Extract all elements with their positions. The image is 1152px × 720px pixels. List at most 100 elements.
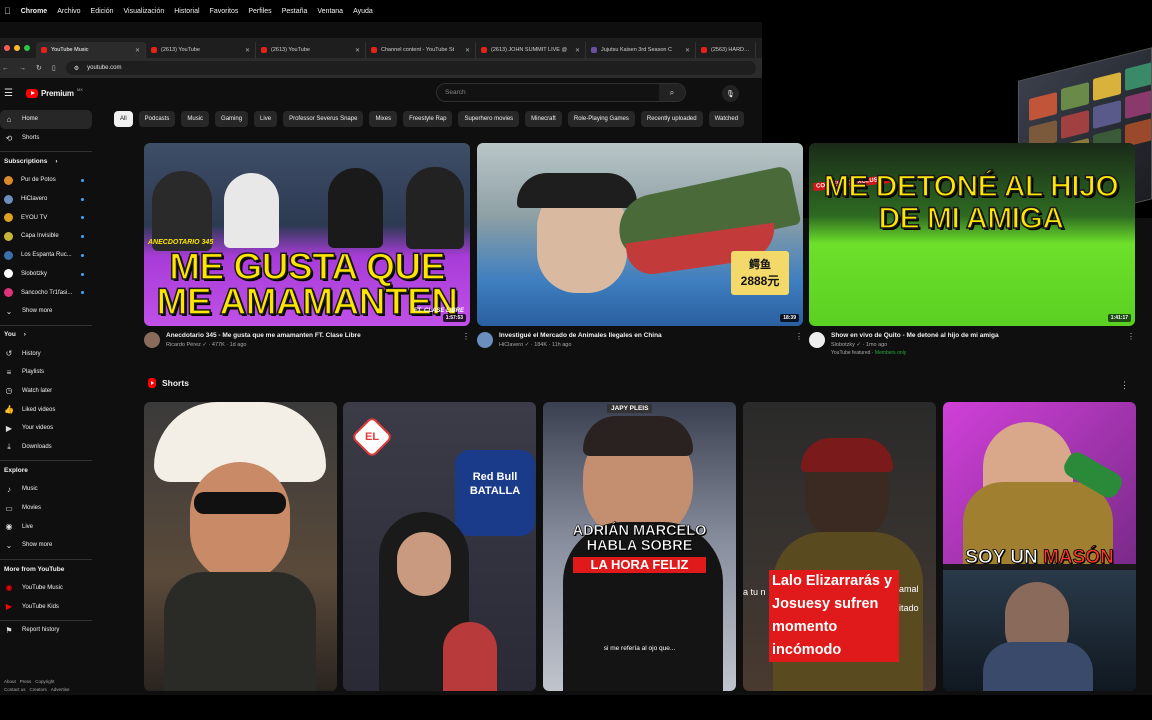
sidebar-item-your-videos[interactable]: ▶ Your videos [0, 419, 98, 438]
youtube-premium-logo[interactable]: Premium MX [26, 87, 83, 98]
chip-all[interactable]: All [114, 111, 133, 127]
footer-link-advertise[interactable]: Advertise [51, 687, 70, 692]
chip-superhero-movies[interactable]: Superhero movies [458, 111, 520, 127]
chip-recently-uploaded[interactable]: Recently uploaded [640, 111, 703, 127]
back-icon[interactable]: ← [2, 65, 9, 72]
channel-name[interactable]: Slobotzky [831, 342, 855, 348]
sidebar-subscriptions-header[interactable]: Subscriptions › [0, 152, 98, 171]
site-info-icon[interactable]: ⚙ [74, 65, 79, 72]
video-title[interactable]: Anecdotario 345 - Me gusta que me amaman… [166, 332, 456, 340]
menu-chrome[interactable]: Chrome [21, 8, 47, 15]
menu-ventana[interactable]: Ventana [317, 8, 343, 15]
chip-podcasts[interactable]: Podcasts [138, 111, 176, 127]
sidebar-item-movies[interactable]: ▭ Movies [0, 499, 98, 518]
footer-link-about[interactable]: About [4, 679, 16, 684]
address-bar[interactable]: ⚙ youtube.com [65, 61, 756, 75]
close-tab-icon[interactable]: ✕ [465, 47, 470, 54]
more-options-icon[interactable]: ⋮ [795, 332, 803, 348]
video-card[interactable]: CONTENIDO EXCLUSIVO ME DETONÉ AL HIJO DE… [809, 143, 1135, 356]
chip-watched[interactable]: Watched [708, 111, 745, 127]
sidebar-item-youtube-music[interactable]: ◉ YouTube Music [0, 579, 98, 598]
video-card[interactable]: ANECDOTARIO 345 ME GUSTA QUE ME AMAMANTE… [144, 143, 470, 348]
short-card[interactable]: EL Red Bull BATALLA [343, 402, 536, 691]
channel-avatar[interactable] [809, 332, 825, 348]
channel-avatar[interactable] [144, 332, 160, 348]
sidebar-item-report-history[interactable]: ⚑ Report history [0, 621, 98, 640]
sidebar-show-more[interactable]: ⌄ Show more [0, 302, 98, 321]
forward-icon[interactable]: → [19, 65, 26, 72]
channel-name[interactable]: Ricardo Pérez [166, 342, 201, 348]
close-tab-icon[interactable]: ✕ [575, 47, 580, 54]
sidebar-explore-show-more[interactable]: ⌄ Show more [0, 536, 98, 555]
short-card[interactable]: JAPY PLEIS ADRIÁN MARCELO HABLA SOBRE LA… [543, 402, 736, 691]
browser-tab[interactable]: (2563) HARDCORE [696, 42, 756, 58]
menu-historial[interactable]: Historial [174, 8, 199, 15]
chip-music[interactable]: Music [181, 111, 210, 127]
footer-link-creators[interactable]: Creators [30, 687, 47, 692]
menu-ayuda[interactable]: Ayuda [353, 8, 373, 15]
minimize-window-button[interactable] [14, 45, 20, 51]
menu-archivo[interactable]: Archivo [57, 8, 80, 15]
reload-icon[interactable]: ↻ [36, 64, 42, 72]
sidebar-item-shorts[interactable]: ⟲ Shorts [0, 129, 98, 148]
sidebar-item-subscription[interactable]: Pur de Potos [0, 171, 98, 190]
chip-professor-severus-snape[interactable]: Professor Severus Snape [283, 111, 364, 127]
browser-tab[interactable]: YouTube Music ✕ [36, 42, 146, 58]
video-thumbnail[interactable]: 鳄鱼 2888元 18:39 [477, 143, 803, 326]
more-options-icon[interactable]: ⋮ [1127, 332, 1135, 356]
sidebar-item-subscription[interactable]: EYOU TV [0, 208, 98, 227]
shorts-more-options-icon[interactable]: ⋮ [1120, 380, 1129, 391]
footer-link-contact[interactable]: Contact us [4, 687, 26, 692]
chip-mixes[interactable]: Mixes [369, 111, 398, 127]
video-card[interactable]: 鳄鱼 2888元 18:39 Investigué el Mercado de … [477, 143, 803, 348]
video-thumbnail[interactable]: ANECDOTARIO 345 ME GUSTA QUE ME AMAMANTE… [144, 143, 470, 326]
footer-link-copyright[interactable]: Copyright [35, 679, 54, 684]
browser-tab[interactable]: (2613) YouTube ✕ [256, 42, 366, 58]
close-tab-icon[interactable]: ✕ [135, 47, 140, 54]
menu-pestana[interactable]: Pestaña [282, 8, 308, 15]
voice-search-button[interactable]: 🎙 [722, 85, 739, 102]
channel-name[interactable]: HiClavero [499, 342, 523, 348]
chip-role-playing-games[interactable]: Role-Playing Games [567, 111, 635, 127]
short-card[interactable] [144, 402, 337, 691]
chip-live[interactable]: Live [254, 111, 278, 127]
browser-tab[interactable]: (2613) YouTube ✕ [146, 42, 256, 58]
sidebar-item-subscription[interactable]: Los Espanta Ruc... [0, 246, 98, 265]
video-title[interactable]: Show en vivo de Quito - Me detoné al hij… [831, 332, 1121, 340]
close-tab-icon[interactable]: ✕ [685, 47, 690, 54]
chip-freestyle-rap[interactable]: Freestyle Rap [403, 111, 453, 127]
browser-tab[interactable]: Jujutsu Kaisen 3rd Season C ✕ [586, 42, 696, 58]
chip-minecraft[interactable]: Minecraft [525, 111, 562, 127]
close-tab-icon[interactable]: ✕ [355, 47, 360, 54]
sidebar-item-music[interactable]: ♪ Music [0, 480, 98, 499]
chip-gaming[interactable]: Gaming [215, 111, 249, 127]
sidebar-item-liked-videos[interactable]: 👍 Liked videos [0, 400, 98, 419]
sidebar-item-home[interactable]: ⌂ Home [0, 110, 92, 129]
sidebar-item-playlists[interactable]: ≡ Playlists [0, 363, 98, 382]
footer-link-press[interactable]: Press [20, 679, 32, 684]
menu-icon[interactable]: ☰ [4, 88, 20, 99]
search-button[interactable]: ⌕ [659, 84, 685, 101]
menu-favoritos[interactable]: Favoritos [210, 8, 239, 15]
channel-avatar[interactable] [477, 332, 493, 348]
sidebar-item-subscription[interactable]: HiClavero [0, 190, 98, 209]
browser-tab[interactable]: (2613) JOHN SUMMIT LIVE @ ✕ [476, 42, 586, 58]
sidebar-you-header[interactable]: You › [0, 326, 98, 345]
short-card[interactable]: a tu n amal itado Lalo Elizarrarás y Jos… [743, 402, 936, 691]
sidebar-item-subscription[interactable]: Capa Invisible [0, 227, 98, 246]
sidebar-item-downloads[interactable]: ⤓ Downloads [0, 438, 98, 457]
apple-icon[interactable]:  [4, 6, 11, 16]
sidebar-item-subscription[interactable]: Sancocho Tr1fasi... [0, 283, 98, 302]
maximize-window-button[interactable] [24, 45, 30, 51]
short-card[interactable]: SOY UN MASÓN [943, 402, 1136, 691]
close-tab-icon[interactable]: ✕ [245, 47, 250, 54]
more-options-icon[interactable]: ⋮ [462, 332, 470, 348]
sidebar-item-history[interactable]: ↺ History [0, 344, 98, 363]
side-panel-icon[interactable]: ▯ [52, 64, 56, 72]
sidebar-item-subscription[interactable]: Slobotzky [0, 265, 98, 284]
close-window-button[interactable] [4, 45, 10, 51]
video-thumbnail[interactable]: CONTENIDO EXCLUSIVO ME DETONÉ AL HIJO DE… [809, 143, 1135, 326]
sidebar-item-youtube-kids[interactable]: ▶ YouTube Kids [0, 597, 98, 616]
sidebar-item-live[interactable]: ◉ Live [0, 517, 98, 536]
menu-visualizacion[interactable]: Visualización [124, 8, 165, 15]
